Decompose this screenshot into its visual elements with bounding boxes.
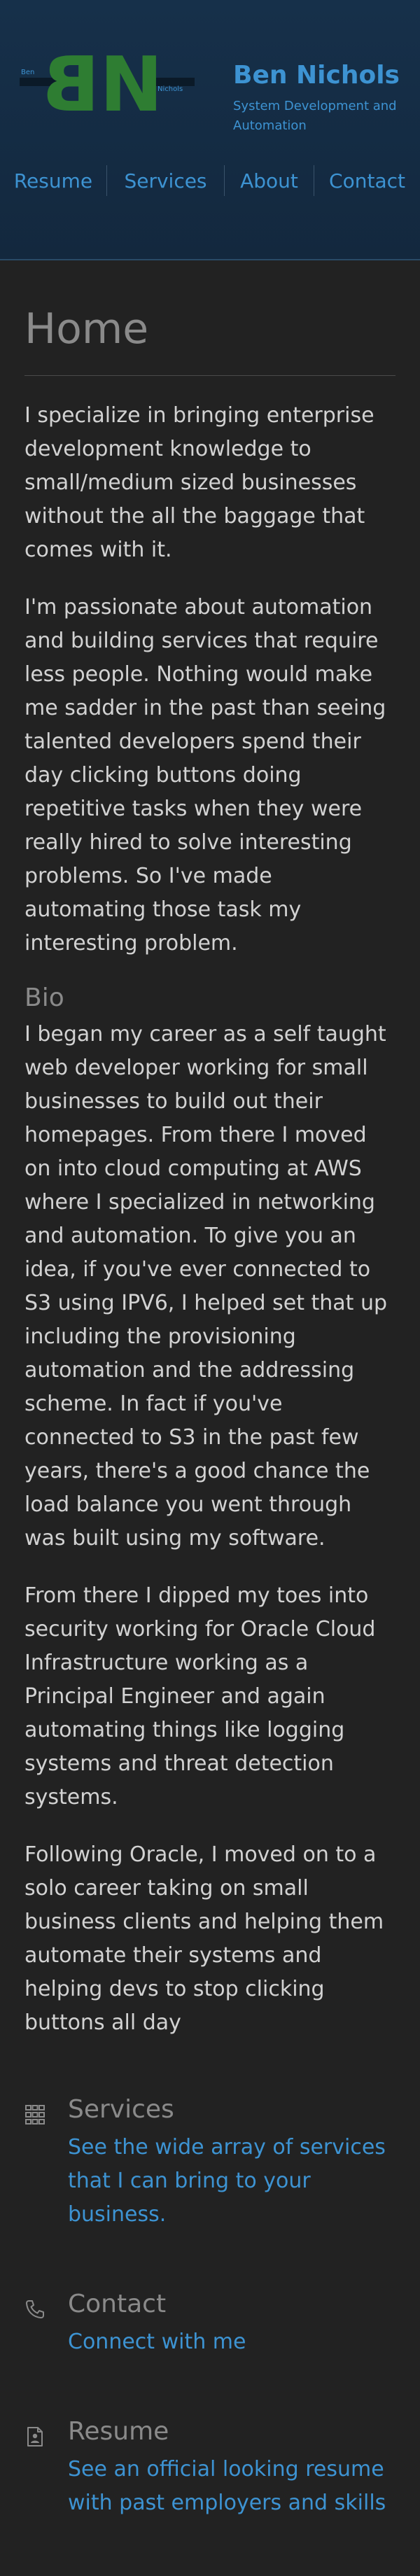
bio-paragraph: From there I dipped my toes into securit… xyxy=(24,1583,376,1809)
bio-heading: Bio xyxy=(24,983,64,1012)
grid-icon xyxy=(24,2093,68,2125)
nav-link-contact[interactable]: Contact xyxy=(314,165,420,196)
bio-paragraph: Following Oracle, I moved on to a solo c… xyxy=(24,1842,384,2035)
main-nav: Resume Services About Contact xyxy=(0,160,420,202)
brand: Ben Nichols System Development and Autom… xyxy=(233,60,415,136)
main-content: Home I specialize in bringing enterprise… xyxy=(24,302,396,2576)
resume-card-title: Resume xyxy=(68,2417,169,2446)
resume-card: Resume See an official looking resume wi… xyxy=(24,2415,396,2520)
services-card: Services See the wide array of services … xyxy=(24,2093,396,2232)
contact-card-title: Contact xyxy=(68,2290,167,2318)
link-cards: Services See the wide array of services … xyxy=(24,2093,396,2520)
bio-paragraph: I began my career as a self taught web d… xyxy=(24,1022,388,1550)
nav-link-resume[interactable]: Resume xyxy=(0,165,107,196)
page-title: Home xyxy=(24,302,396,376)
contact-link[interactable]: Connect with me xyxy=(68,2325,396,2359)
logo-letter-b: B xyxy=(48,41,100,129)
services-link[interactable]: See the wide array of services that I ca… xyxy=(68,2131,396,2232)
services-card-body: Services See the wide array of services … xyxy=(68,2093,396,2232)
resume-card-body: Resume See an official looking resume wi… xyxy=(68,2415,396,2520)
intro-paragraph: I specialize in bringing enterprise deve… xyxy=(24,403,374,562)
nav-link-about[interactable]: About xyxy=(225,165,314,196)
services-card-title: Services xyxy=(68,2095,174,2124)
site-logo[interactable]: BN Ben Nichols xyxy=(20,41,195,129)
site-header: BN Ben Nichols Ben Nichols System Develo… xyxy=(0,0,420,260)
nav-link-services[interactable]: Services xyxy=(107,165,225,196)
logo-letter-n: N xyxy=(99,41,162,129)
logo-first-name: Ben xyxy=(21,69,35,76)
intro-paragraph: I'm passionate about automation and buil… xyxy=(24,595,386,955)
contact-card: Contact Connect with me xyxy=(24,2288,396,2359)
document-person-icon xyxy=(24,2415,68,2447)
phone-icon xyxy=(24,2288,68,2320)
logo-monogram: BN xyxy=(48,41,163,129)
site-tagline: System Development and Automation xyxy=(233,99,397,133)
contact-card-body: Contact Connect with me xyxy=(68,2288,396,2359)
site-name[interactable]: Ben Nichols xyxy=(233,60,415,91)
logo-last-name: Nichols xyxy=(158,85,183,93)
